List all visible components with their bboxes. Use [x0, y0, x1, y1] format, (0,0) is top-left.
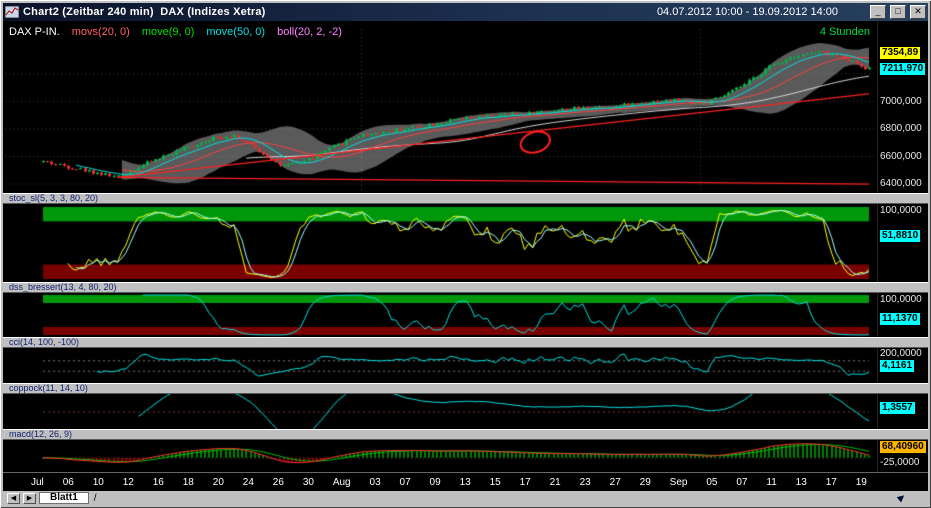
splitter-dss[interactable]: dss_bressert(13, 4, 80, 20) — [3, 282, 928, 293]
dss-panel-label: dss_bressert(13, 4, 80, 20) — [9, 282, 117, 292]
x-axis-label: 29 — [639, 476, 651, 488]
price-gridline-label: 7000,000 — [880, 96, 922, 107]
stoc-panel-label: stoc_sl(5, 3, 3, 80, 20) — [9, 193, 99, 203]
x-axis-label: Jul — [31, 476, 44, 488]
stoc-canvas[interactable] — [3, 204, 877, 282]
x-axis-label: 20 — [212, 476, 224, 488]
coppock-scale[interactable]: 1,3557 — [877, 394, 928, 429]
stoc-scale[interactable]: 100,0000 51,8810 — [877, 204, 928, 282]
sheet-tab-separator: / — [93, 492, 97, 504]
price-gridline-label: 6800,000 — [880, 123, 922, 134]
minimize-button[interactable]: _ — [870, 5, 886, 19]
x-axis-label: 24 — [242, 476, 254, 488]
price-gridline-label: 6600,000 — [880, 151, 922, 162]
coppock-canvas[interactable] — [3, 394, 877, 429]
close-button[interactable]: ✕ — [910, 5, 926, 19]
x-axis-label: 30 — [302, 476, 314, 488]
title-bar: Chart2 (Zeitbar 240 min) DAX (Indizes Xe… — [3, 3, 928, 21]
x-axis-label: 06 — [62, 476, 74, 488]
main-chart-panel: DAX P-IN. movs(20, 0) move(9, 0) move(50, 0… — [3, 21, 928, 193]
x-axis-label: Aug — [332, 476, 351, 488]
x-axis-label: 07 — [736, 476, 748, 488]
x-axis-labels: Jul 06 10 12 16 18 20 24 26 30 Aug 03 07 09 13 15 17 21 23… — [3, 473, 877, 491]
x-axis-label: 17 — [519, 476, 531, 488]
price-gridline-label: 6400,000 — [880, 178, 922, 189]
last-price-box: 7354,89 — [880, 47, 921, 59]
x-axis-label: 11 — [766, 476, 777, 488]
splitter-stoc[interactable]: stoc_sl(5, 3, 3, 80, 20) — [3, 193, 928, 204]
x-axis-label: 09 — [429, 476, 441, 488]
x-axis-label: 13 — [459, 476, 471, 488]
pointer-arrow-icon: ▶ — [894, 491, 907, 504]
status-bar: ◀ ▶ Blatt1 / ▶ — [3, 491, 928, 505]
sheet-prev-button[interactable]: ◀ — [7, 492, 20, 504]
cci-panel: 200,0000 4,1161 — [3, 348, 928, 383]
macd-bottom-value: -25,0000 — [880, 457, 920, 468]
x-axis-label: 21 — [549, 476, 561, 488]
dss-canvas[interactable] — [3, 293, 877, 337]
app-icon — [4, 5, 20, 19]
x-axis-label: 26 — [272, 476, 284, 488]
x-axis-label: 07 — [399, 476, 411, 488]
x-axis-label: 05 — [706, 476, 718, 488]
dss-top-value: 100,0000 — [880, 294, 922, 305]
x-axis-label: 18 — [182, 476, 194, 488]
restore-button[interactable]: □ — [890, 5, 906, 19]
window-title: Chart2 (Zeitbar 240 min) DAX (Indizes Xe… — [23, 6, 266, 18]
dss-panel: 100,0000 11,1370 — [3, 293, 928, 337]
x-axis-label: 13 — [795, 476, 807, 488]
x-axis: Jul 06 10 12 16 18 20 24 26 30 Aug 03 07 09 13 15 17 21 23… — [3, 472, 928, 491]
app-window: Chart2 (Zeitbar 240 min) DAX (Indizes Xe… — [0, 0, 931, 508]
x-axis-label: 16 — [152, 476, 164, 488]
macd-canvas[interactable] — [3, 440, 877, 472]
pointer-tool-button[interactable]: ▶ — [892, 491, 910, 504]
x-axis-corner — [877, 473, 928, 491]
coppock-current-value: 1,3557 — [880, 402, 915, 414]
macd-panel-label: macd(12, 26, 9) — [9, 429, 73, 439]
main-chart-canvas[interactable] — [3, 21, 877, 193]
dss-current-value: 11,1370 — [880, 313, 920, 325]
x-axis-label: 10 — [92, 476, 104, 488]
x-axis-label: 03 — [369, 476, 381, 488]
macd-scale[interactable]: 68,40960 -25,0000 — [877, 440, 928, 472]
stoc-panel: 100,0000 51,8810 — [3, 204, 928, 282]
dss-scale[interactable]: 100,0000 11,1370 — [877, 293, 928, 337]
x-axis-label: 27 — [609, 476, 621, 488]
macd-panel: 68,40960 -25,0000 — [3, 440, 928, 472]
cci-panel-label: cci(14, 100, -100) — [9, 337, 80, 347]
sheet-tab-blatt1[interactable]: Blatt1 — [39, 492, 89, 504]
cci-current-value: 4,1161 — [880, 360, 915, 372]
x-axis-label: 17 — [825, 476, 837, 488]
cci-scale[interactable]: 200,0000 4,1161 — [877, 348, 928, 383]
price-scale[interactable]: 7354,89 7211,970 7000,000 6800,000 6600,… — [877, 21, 928, 193]
splitter-macd[interactable]: macd(12, 26, 9) — [3, 429, 928, 440]
splitter-cci[interactable]: cci(14, 100, -100) — [3, 337, 928, 348]
coppock-panel-label: coppock(11, 14, 10) — [9, 383, 88, 393]
x-axis-label: 19 — [855, 476, 867, 488]
chart-stack: DAX P-IN. movs(20, 0) move(9, 0) move(50, 0… — [3, 21, 928, 491]
x-axis-label: 12 — [122, 476, 134, 488]
date-range-label: 04.07.2012 10:00 - 19.09.2012 14:00 — [656, 6, 838, 18]
stoc-top-value: 100,0000 — [880, 205, 922, 216]
cci-canvas[interactable] — [3, 348, 877, 383]
stoc-current-value: 51,8810 — [880, 230, 921, 242]
splitter-coppock[interactable]: coppock(11, 14, 10) — [3, 383, 928, 394]
x-axis-label: Sep — [669, 476, 688, 488]
x-axis-label: 23 — [579, 476, 591, 488]
indicator-price-box: 7211,970 — [880, 63, 926, 75]
coppock-panel: 1,3557 — [3, 394, 928, 429]
macd-current-value: 68,40960 — [880, 441, 926, 453]
x-axis-label: 15 — [489, 476, 501, 488]
sheet-next-button[interactable]: ▶ — [23, 492, 36, 504]
cci-top-value: 200,0000 — [880, 348, 922, 359]
